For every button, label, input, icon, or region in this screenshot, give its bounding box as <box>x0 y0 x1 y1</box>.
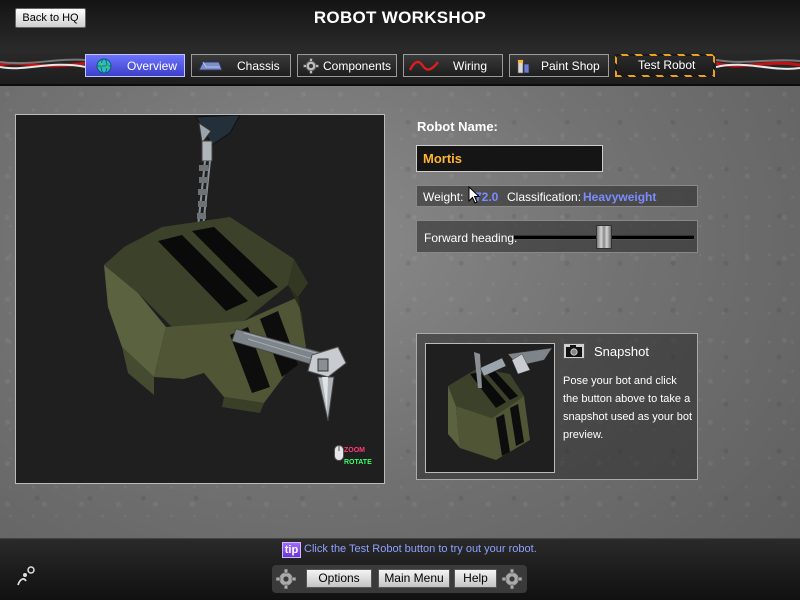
snapshot-panel: Snapshot Pose your bot and click the but… <box>416 333 698 480</box>
tab-test-robot-label: Test Robot <box>638 58 696 72</box>
help-button[interactable]: Help <box>454 569 497 588</box>
camera-icon <box>566 345 582 357</box>
tab-chassis[interactable]: Chassis <box>191 54 291 77</box>
wire-icon <box>409 60 439 71</box>
gear-icon <box>275 568 297 590</box>
tab-test-robot[interactable]: Test Robot <box>615 54 715 77</box>
robot-model <box>104 115 347 422</box>
decorative-cable-left <box>0 56 86 74</box>
forward-heading-label: Forward heading: <box>424 231 518 245</box>
tab-wiring[interactable]: Wiring <box>403 54 503 77</box>
tip-text: Click the Test Robot button to try out y… <box>304 543 537 555</box>
mouse-icon <box>334 445 344 461</box>
decorative-cable-right <box>716 56 800 74</box>
classification-value: Heavyweight <box>583 190 657 204</box>
snapshot-title: Snapshot <box>594 344 649 359</box>
weight-classification-bar: Weight: 72.0 Classification: Heavyweight <box>416 185 698 207</box>
tab-overview-label: Overview <box>127 59 178 73</box>
zoom-rotate-hint: ZOOM ROTATE <box>334 445 382 481</box>
weight-label: Weight: <box>423 190 464 204</box>
page-title: ROBOT WORKSHOP <box>313 8 487 27</box>
rotate-hint-label: ROTATE <box>344 459 372 466</box>
tab-paint-shop[interactable]: Paint Shop <box>509 54 609 77</box>
tip-badge: tip <box>282 542 301 558</box>
footer-bar: tip Click the Test Robot button to try o… <box>0 538 800 600</box>
mouse-cursor-icon <box>468 186 481 204</box>
tab-chassis-label: Chassis <box>237 59 280 73</box>
tab-paint-shop-label: Paint Shop <box>541 59 600 73</box>
tab-components[interactable]: Components <box>297 54 397 77</box>
robot-name-input[interactable]: Mortis <box>416 145 603 172</box>
footer-button-group: Options Main Menu Help <box>272 565 527 593</box>
tab-overview[interactable]: Overview <box>85 54 185 77</box>
options-button[interactable]: Options <box>306 569 372 588</box>
robot-preview-image <box>448 347 553 460</box>
chassis-icon <box>198 61 223 71</box>
gear-icon <box>501 568 523 590</box>
globe-icon <box>96 58 112 74</box>
tab-wiring-label: Wiring <box>453 59 488 73</box>
forward-heading-bar: Forward heading: <box>416 220 698 253</box>
snapshot-camera-button[interactable] <box>563 343 585 359</box>
paint-cans-icon <box>517 59 530 74</box>
slider-thumb[interactable] <box>596 225 612 249</box>
tab-components-label: Components <box>323 59 392 73</box>
snapshot-preview <box>425 343 555 473</box>
zoom-hint-label: ZOOM <box>344 447 365 454</box>
main-menu-button[interactable]: Main Menu <box>378 569 450 588</box>
robot-3d-viewport[interactable]: ZOOM ROTATE <box>15 114 385 484</box>
snapshot-description: Pose your bot and click the button above… <box>563 375 693 441</box>
classification-label: Classification: <box>507 190 582 204</box>
header-bar: Back to HQ ROBOT WORKSHOP Overview Chass… <box>0 0 800 86</box>
robot-face-logo-icon <box>17 566 35 586</box>
robot-name-label: Robot Name: <box>417 119 498 134</box>
